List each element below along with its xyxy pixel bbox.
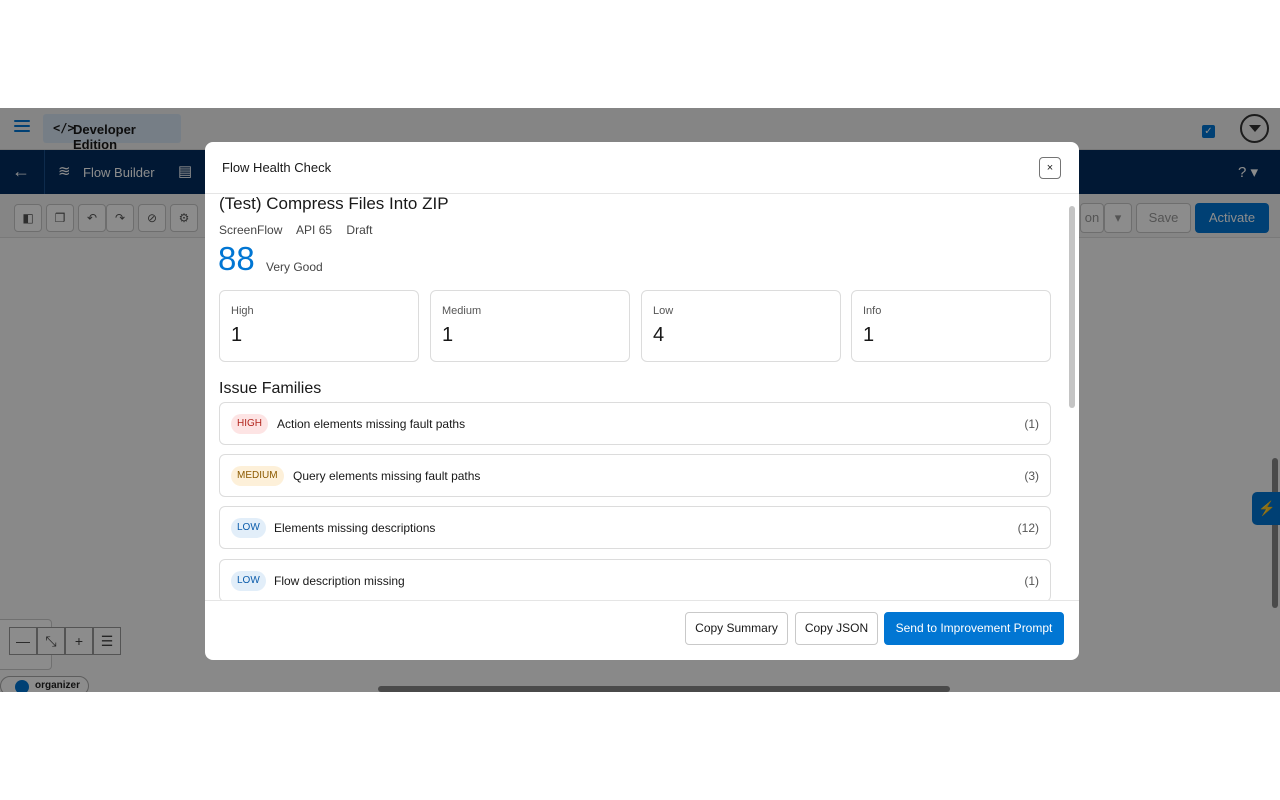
copy-summary-button[interactable]: Copy Summary <box>685 612 788 645</box>
card-value: 4 <box>653 324 665 346</box>
card-label: Low <box>653 305 674 317</box>
severity-badge: HIGH <box>231 414 268 434</box>
issue-count: (1) <box>1024 574 1039 588</box>
modal-title: Flow Health Check <box>222 160 332 175</box>
issue-row[interactable]: LOW Elements missing descriptions (12) <box>219 506 1051 549</box>
card-label: Medium <box>442 305 482 317</box>
severity-card-low: Low 4 <box>641 290 841 362</box>
issue-title: Elements missing descriptions <box>274 521 436 535</box>
severity-card-high: High 1 <box>219 290 419 362</box>
issue-row[interactable]: LOW Flow description missing (1) <box>219 559 1051 600</box>
flow-meta: ScreenFlow API 65 Draft <box>219 223 383 237</box>
card-label: Info <box>863 305 882 317</box>
modal-scrollbar[interactable] <box>1069 206 1075 408</box>
issue-title: Query elements missing fault paths <box>293 469 481 483</box>
issue-title: Action elements missing fault paths <box>277 417 466 431</box>
flow-name: (Test) Compress Files Into ZIP <box>219 194 449 213</box>
modal-header: Flow Health Check × <box>205 142 1079 194</box>
issue-count: (12) <box>1017 521 1039 535</box>
severity-badge: LOW <box>231 518 266 538</box>
severity-card-info: Info 1 <box>851 290 1051 362</box>
send-to-improvement-prompt-button[interactable]: Send to Improvement Prompt <box>884 612 1064 645</box>
severity-badge: MEDIUM <box>231 466 284 486</box>
issue-families-heading: Issue Families <box>219 380 322 397</box>
app-viewport: </> Developer Edition ✓ ← ≋ Flow Builder… <box>0 108 1280 692</box>
issue-row[interactable]: MEDIUM Query elements missing fault path… <box>219 454 1051 497</box>
close-button[interactable]: × <box>1039 157 1061 179</box>
card-value: 1 <box>863 324 875 346</box>
issue-title: Flow description missing <box>274 574 405 588</box>
issue-row[interactable]: HIGH Action elements missing fault paths… <box>219 402 1051 445</box>
issue-count: (1) <box>1024 417 1039 431</box>
card-value: 1 <box>231 324 243 346</box>
issue-count: (3) <box>1024 469 1039 483</box>
modal-body[interactable]: (Test) Compress Files Into ZIP ScreenFlo… <box>205 194 1079 600</box>
card-value: 1 <box>442 324 454 346</box>
copy-json-button[interactable]: Copy JSON <box>795 612 878 645</box>
card-label: High <box>231 305 254 317</box>
health-score-label: Very Good <box>266 260 323 274</box>
severity-badge: LOW <box>231 571 266 591</box>
modal-footer: Copy Summary Copy JSON Send to Improveme… <box>205 600 1079 660</box>
flow-api-version: API 65 <box>296 223 333 237</box>
severity-card-medium: Medium 1 <box>430 290 630 362</box>
flow-status: Draft <box>346 223 373 237</box>
health-score: 88 <box>218 240 255 277</box>
flow-type: ScreenFlow <box>219 223 283 237</box>
health-check-modal: Flow Health Check × (Test) Compress File… <box>205 142 1079 660</box>
